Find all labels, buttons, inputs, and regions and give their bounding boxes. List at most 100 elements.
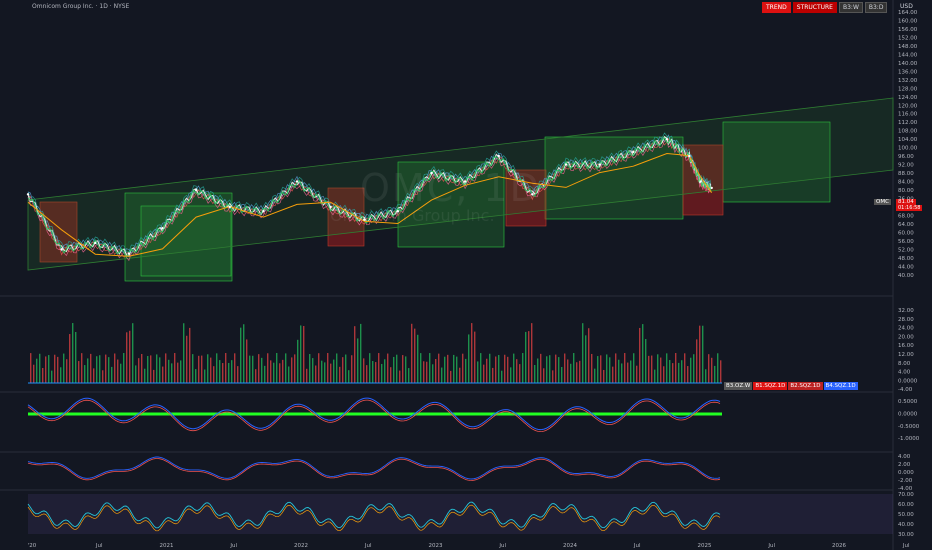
volume-bar [690, 357, 692, 383]
volume-bar [192, 354, 194, 383]
volume-bar [237, 366, 239, 383]
y-tick-label: 128.00 [898, 86, 918, 92]
volume-bar [153, 369, 155, 383]
volume-bar [339, 366, 341, 383]
volume-bar [375, 362, 377, 383]
volume-bar [291, 357, 293, 383]
volume-bar [546, 356, 548, 383]
volume-bar [186, 335, 188, 383]
volume-bar [489, 353, 491, 383]
indicator-badges: TREND STRUCTURE B3:W B3:D [762, 2, 888, 13]
volume-bar [414, 328, 416, 383]
x-tick-label: Jul [902, 543, 910, 549]
volume-bar [405, 356, 407, 383]
volume-bar [198, 355, 200, 383]
volume-tick-label: 20.00 [898, 334, 914, 340]
rsi-tick-label: 50.00 [898, 512, 914, 518]
volume-bar [93, 368, 95, 383]
y-tick-label: 92.00 [898, 163, 914, 169]
volume-bar [147, 356, 149, 383]
volume-bar [504, 354, 506, 383]
volume-bar [573, 353, 575, 383]
volume-bar [576, 362, 578, 383]
volume-bar [87, 358, 89, 383]
volume-bar [273, 362, 275, 383]
volume-bar [699, 325, 701, 383]
macd-signal-line [27, 458, 721, 481]
volume-bar [447, 354, 449, 383]
volume-tick-label: 16.00 [898, 343, 914, 349]
volume-bar [195, 369, 197, 383]
volume-tick-label: 28.00 [898, 317, 914, 323]
volume-bar [696, 339, 698, 383]
price-point [161, 226, 164, 230]
badge-b3w[interactable]: B3:W [838, 2, 863, 13]
volume-bar [516, 359, 518, 383]
macd-tick-label: 4.00 [898, 454, 911, 460]
volume-bar [432, 364, 434, 383]
volume-bar [102, 370, 104, 383]
volume-bar [531, 323, 533, 383]
volume-bar [84, 365, 86, 383]
volume-bar [135, 365, 137, 383]
volume-bar [594, 368, 596, 383]
y-tick-label: 96.00 [898, 154, 914, 160]
volume-bar [528, 331, 530, 383]
volume-bar [159, 357, 161, 383]
volume-bar [402, 355, 404, 383]
price-point [632, 150, 635, 154]
volume-bar [693, 354, 695, 383]
volume-bar [669, 360, 671, 383]
macd-tick-label: 0.000 [898, 470, 914, 476]
price-point [262, 210, 265, 213]
rsi-tick-label: 60.00 [898, 502, 914, 508]
volume-bar [663, 366, 665, 383]
x-tick-label: 2024 [563, 543, 577, 549]
volume-bar [249, 355, 251, 383]
volume-bar [705, 369, 707, 383]
volume-bar [471, 323, 473, 383]
volume-bar [423, 361, 425, 383]
volume-bar [501, 370, 503, 383]
volume-bar [354, 326, 356, 383]
volume-bar [420, 353, 422, 383]
price-point [665, 137, 669, 141]
volume-bar [639, 327, 641, 383]
volume-bar [150, 355, 152, 383]
volume-bar [162, 366, 164, 383]
volume-bar [300, 325, 302, 383]
volume-bar [720, 360, 722, 383]
volume-bar [30, 353, 32, 383]
volume-bar [702, 325, 704, 383]
volume-bar [537, 358, 539, 383]
price-point [94, 241, 97, 245]
volume-bar [81, 353, 83, 383]
chart-canvas[interactable]: 164.00 160.00 156.00 152.00 148.00 144.00 140.… [0, 0, 932, 550]
badge-b3d[interactable]: B3:D [864, 2, 888, 13]
volume-bar [552, 370, 554, 383]
badge-trend[interactable]: TREND [762, 2, 791, 13]
volume-bar [459, 367, 461, 383]
y-tick-label: 40.00 [898, 273, 914, 279]
volume-bar [591, 353, 593, 383]
volume-bar [597, 356, 599, 383]
price-point [228, 205, 231, 209]
volume-bar [486, 358, 488, 383]
volume-bar [54, 354, 56, 383]
sub-legend: B3.OZ.W B1.SQZ.1D B2.SQZ.1D B4.SQZ.1D [724, 382, 858, 390]
volume-bar [681, 360, 683, 383]
volume-bar [483, 364, 485, 383]
badge-structure[interactable]: STRUCTURE [792, 2, 837, 13]
volume-tick-label: -4.00 [898, 387, 913, 393]
countdown-label: 01:16:58 [896, 205, 923, 211]
volume-bar [78, 361, 80, 383]
sub-legend-item: B4.SQZ.1D [823, 382, 858, 390]
y-tick-label: 136.00 [898, 69, 918, 75]
volume-bar [213, 366, 215, 383]
volume-bar [240, 327, 242, 383]
volume-bar [42, 367, 44, 383]
currency-label[interactable]: USD [900, 3, 913, 10]
volume-bar [564, 353, 566, 383]
volume-bar [606, 354, 608, 383]
volume-bar [327, 353, 329, 383]
